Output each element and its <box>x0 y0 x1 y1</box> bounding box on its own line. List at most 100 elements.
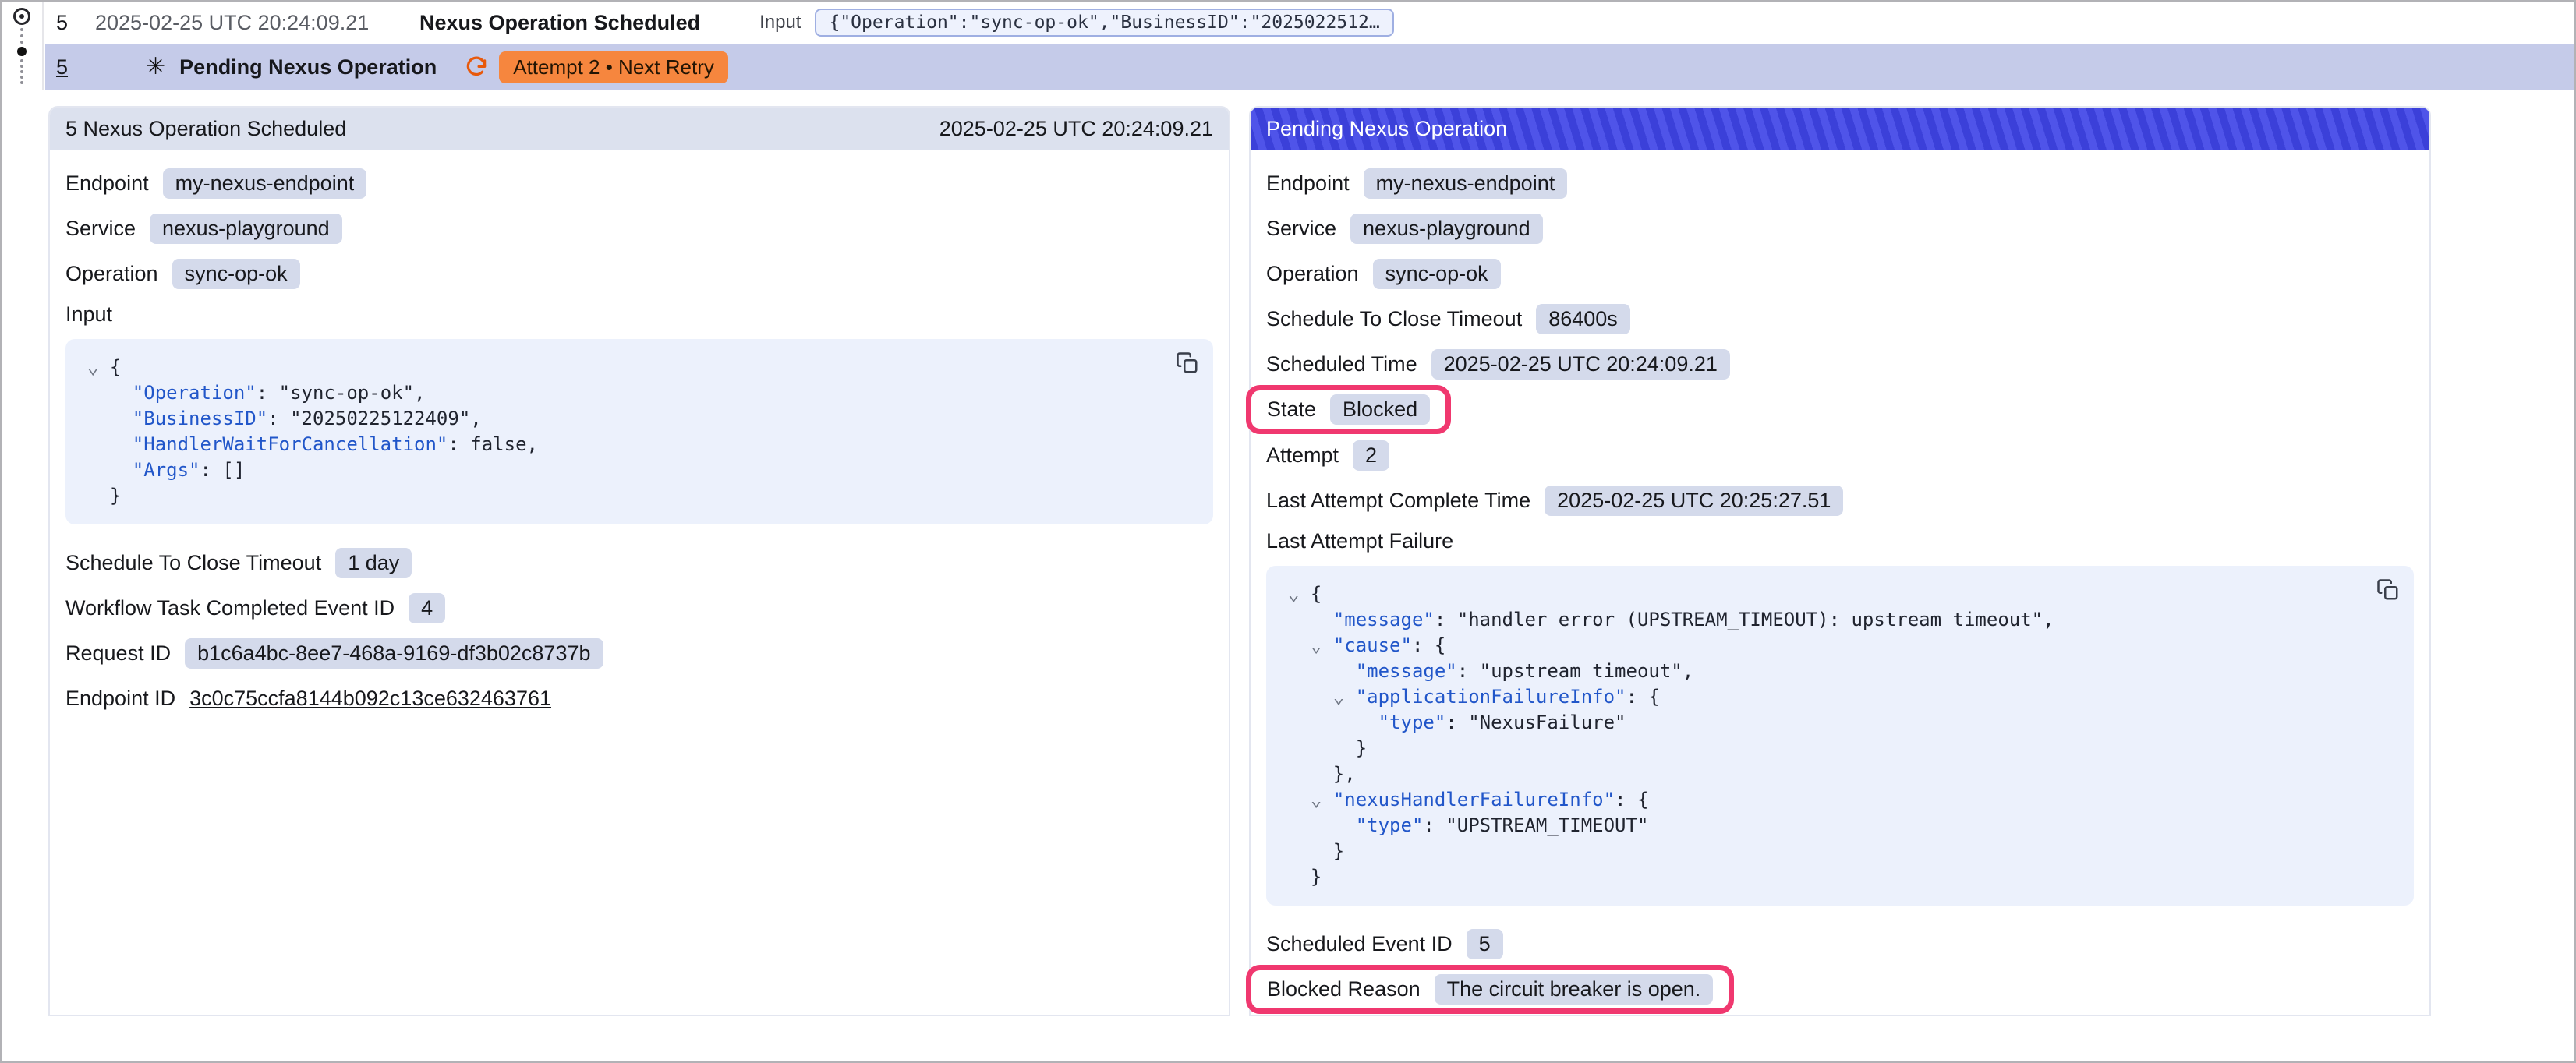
field-label-scheduled-event-id: Scheduled Event ID <box>1266 932 1453 956</box>
json-line: }, <box>1288 761 2392 787</box>
field-value-badge-schedule-to-close-timeout: 86400s <box>1536 304 1630 334</box>
panel-timestamp: 2025-02-25 UTC 20:24:09.21 <box>939 117 1213 141</box>
json-token: "sync-op-ok" <box>279 382 414 404</box>
json-line: "type": "NexusFailure" <box>1288 710 2392 736</box>
json-token <box>87 433 133 455</box>
field-label-state: State <box>1267 397 1316 422</box>
field-label-attempt: Attempt <box>1266 443 1339 468</box>
json-line: } <box>1288 839 2392 864</box>
failure-json-viewer: ⌄ { "message": "handler error (UPSTREAM_… <box>1266 566 2414 906</box>
json-token: , <box>470 408 481 429</box>
event-id-link[interactable]: 5 <box>56 55 68 79</box>
field-value-badge-endpoint: my-nexus-endpoint <box>163 168 367 199</box>
field-scheduled-event-id: Scheduled Event ID5 <box>1266 927 1503 960</box>
collapse-chevron-icon[interactable]: ⌄ <box>1311 789 1333 810</box>
field-endpoint-id: Endpoint ID3c0c75ccfa8144b092c13ce632463… <box>65 682 551 715</box>
json-token: } <box>1288 866 1322 888</box>
json-key: "message" <box>1356 660 1457 682</box>
field-value-badge-blocked-reason: The circuit breaker is open. <box>1435 974 1714 1005</box>
json-token: } <box>1288 737 1367 759</box>
json-token: : <box>448 433 470 455</box>
event-timeline-gutter <box>2 2 44 90</box>
copy-icon <box>1176 351 1199 375</box>
field-state-highlighted: State Blocked <box>1246 385 1451 434</box>
field-label-service: Service <box>1266 217 1336 241</box>
retry-icon <box>465 55 488 79</box>
field-value-badge-last-attempt-complete-time: 2025-02-25 UTC 20:25:27.51 <box>1545 486 1843 516</box>
event-timestamp: 2025-02-25 UTC 20:24:09.21 <box>95 11 419 35</box>
json-key: "applicationFailureInfo" <box>1356 686 1626 708</box>
json-token <box>1288 609 1333 630</box>
pending-operation-title: Pending Nexus Operation <box>179 55 437 79</box>
timeline-connector <box>20 28 23 44</box>
field-value-badge-operation: sync-op-ok <box>1373 259 1501 289</box>
field-request-id: Request ID b1c6a4bc-8ee7-468a-9169-df3b02… <box>65 637 603 669</box>
collapse-chevron-icon[interactable]: ⌄ <box>87 356 110 378</box>
event-history-row[interactable]: 5 2025-02-25 UTC 20:24:09.21 Nexus Opera… <box>45 2 2574 44</box>
collapse-chevron-icon[interactable]: ⌄ <box>1288 583 1311 605</box>
timeline-connector <box>20 59 23 84</box>
json-token: : <box>267 408 290 429</box>
field-label-service: Service <box>65 217 136 241</box>
json-token <box>1288 686 1333 708</box>
json-line: ⌄ { <box>87 355 1191 380</box>
input-section-label: Input <box>65 302 1213 327</box>
field-workflow-task-completed-event-id: Workflow Task Completed Event ID4 <box>65 592 445 624</box>
json-line: } <box>1288 736 2392 761</box>
scheduled-event-panel-header: 5 Nexus Operation Scheduled 2025-02-25 U… <box>50 108 1229 150</box>
pending-operation-panel-header: Pending Nexus Operation <box>1251 108 2429 150</box>
json-token <box>1288 712 1378 733</box>
input-column-label: Input <box>759 12 801 34</box>
field-value-badge-service: nexus-playground <box>1350 214 1543 244</box>
field-schedule-to-close-timeout: Schedule To Close Timeout86400s <box>1266 302 1630 335</box>
json-line: "Operation": "sync-op-ok", <box>87 380 1191 406</box>
field-attempt: Attempt 2 <box>1266 439 1389 471</box>
field-operation: Operationsync-op-ok <box>65 257 300 290</box>
field-last-attempt-complete-time: Last Attempt Complete Time2025-02-25 UTC… <box>1266 484 1843 517</box>
input-preview-chip: {"Operation":"sync-op-ok","BusinessID":"… <box>815 9 1393 37</box>
field-value-badge-state: Blocked <box>1330 394 1430 425</box>
json-line: ⌄ "nexusHandlerFailureInfo": { <box>1288 787 2392 813</box>
field-label-request-id: Request ID <box>65 641 171 666</box>
json-token: , <box>1683 660 1693 682</box>
pending-operation-panel: Pending Nexus Operation Endpoint my-nexus… <box>1249 106 2431 1016</box>
copy-button[interactable] <box>1176 351 1199 375</box>
field-endpoint: Endpoint my-nexus-endpoint <box>1266 167 1567 200</box>
field-service: Service nexus-playground <box>1266 212 1543 245</box>
json-key: "message" <box>1333 609 1435 630</box>
json-token: { <box>1311 583 1322 605</box>
field-value-link-endpoint-id[interactable]: 3c0c75ccfa8144b092c13ce632463761 <box>189 687 551 711</box>
field-label-endpoint: Endpoint <box>65 171 149 196</box>
json-key: "HandlerWaitForCancellation" <box>133 433 448 455</box>
json-key: "type" <box>1356 814 1424 836</box>
field-value-badge-endpoint: my-nexus-endpoint <box>1364 168 1568 199</box>
event-type-label: Nexus Operation Scheduled <box>419 11 700 35</box>
json-token: , <box>527 433 538 455</box>
pending-operation-row[interactable]: 5 ✳ Pending Nexus Operation Attempt 2 • … <box>45 44 2574 90</box>
field-value-badge-schedule-to-close-timeout: 1 day <box>335 548 412 578</box>
json-key: "Args" <box>133 459 200 481</box>
json-token: : <box>257 382 279 404</box>
scheduled-event-panel: 5 Nexus Operation Scheduled 2025-02-25 U… <box>48 106 1230 1016</box>
event-detail-area: 5 Nexus Operation Scheduled 2025-02-25 U… <box>2 90 2574 1016</box>
field-scheduled-time: Scheduled Time2025-02-25 UTC 20:24:09.21 <box>1266 348 1730 380</box>
json-line: ⌄ "applicationFailureInfo": { <box>1288 684 2392 710</box>
field-value-badge-request-id: b1c6a4bc-8ee7-468a-9169-df3b02c8737b <box>185 638 603 669</box>
field-label-schedule-to-close-timeout: Schedule To Close Timeout <box>65 551 321 575</box>
event-id-link[interactable]: 5 <box>56 11 95 35</box>
panel-body: Endpoint my-nexus-endpoint Service nexus-pl… <box>1251 150 2429 1036</box>
json-token: : <box>1423 814 1445 836</box>
json-line: } <box>1288 864 2392 890</box>
field-label-endpoint: Endpoint <box>1266 171 1350 196</box>
json-token: }, <box>1288 763 1356 785</box>
field-value-badge-operation: sync-op-ok <box>172 259 300 289</box>
collapse-chevron-icon[interactable]: ⌄ <box>1311 634 1333 656</box>
json-token <box>1288 789 1311 810</box>
field-value-badge-attempt: 2 <box>1353 440 1389 471</box>
json-token <box>87 408 133 429</box>
field-operation: Operationsync-op-ok <box>1266 257 1501 290</box>
json-key: "Operation" <box>133 382 257 404</box>
collapse-chevron-icon[interactable]: ⌄ <box>1333 686 1356 708</box>
input-json-viewer: ⌄ { "Operation": "sync-op-ok", "Business… <box>65 339 1213 524</box>
copy-button[interactable] <box>2376 578 2400 602</box>
